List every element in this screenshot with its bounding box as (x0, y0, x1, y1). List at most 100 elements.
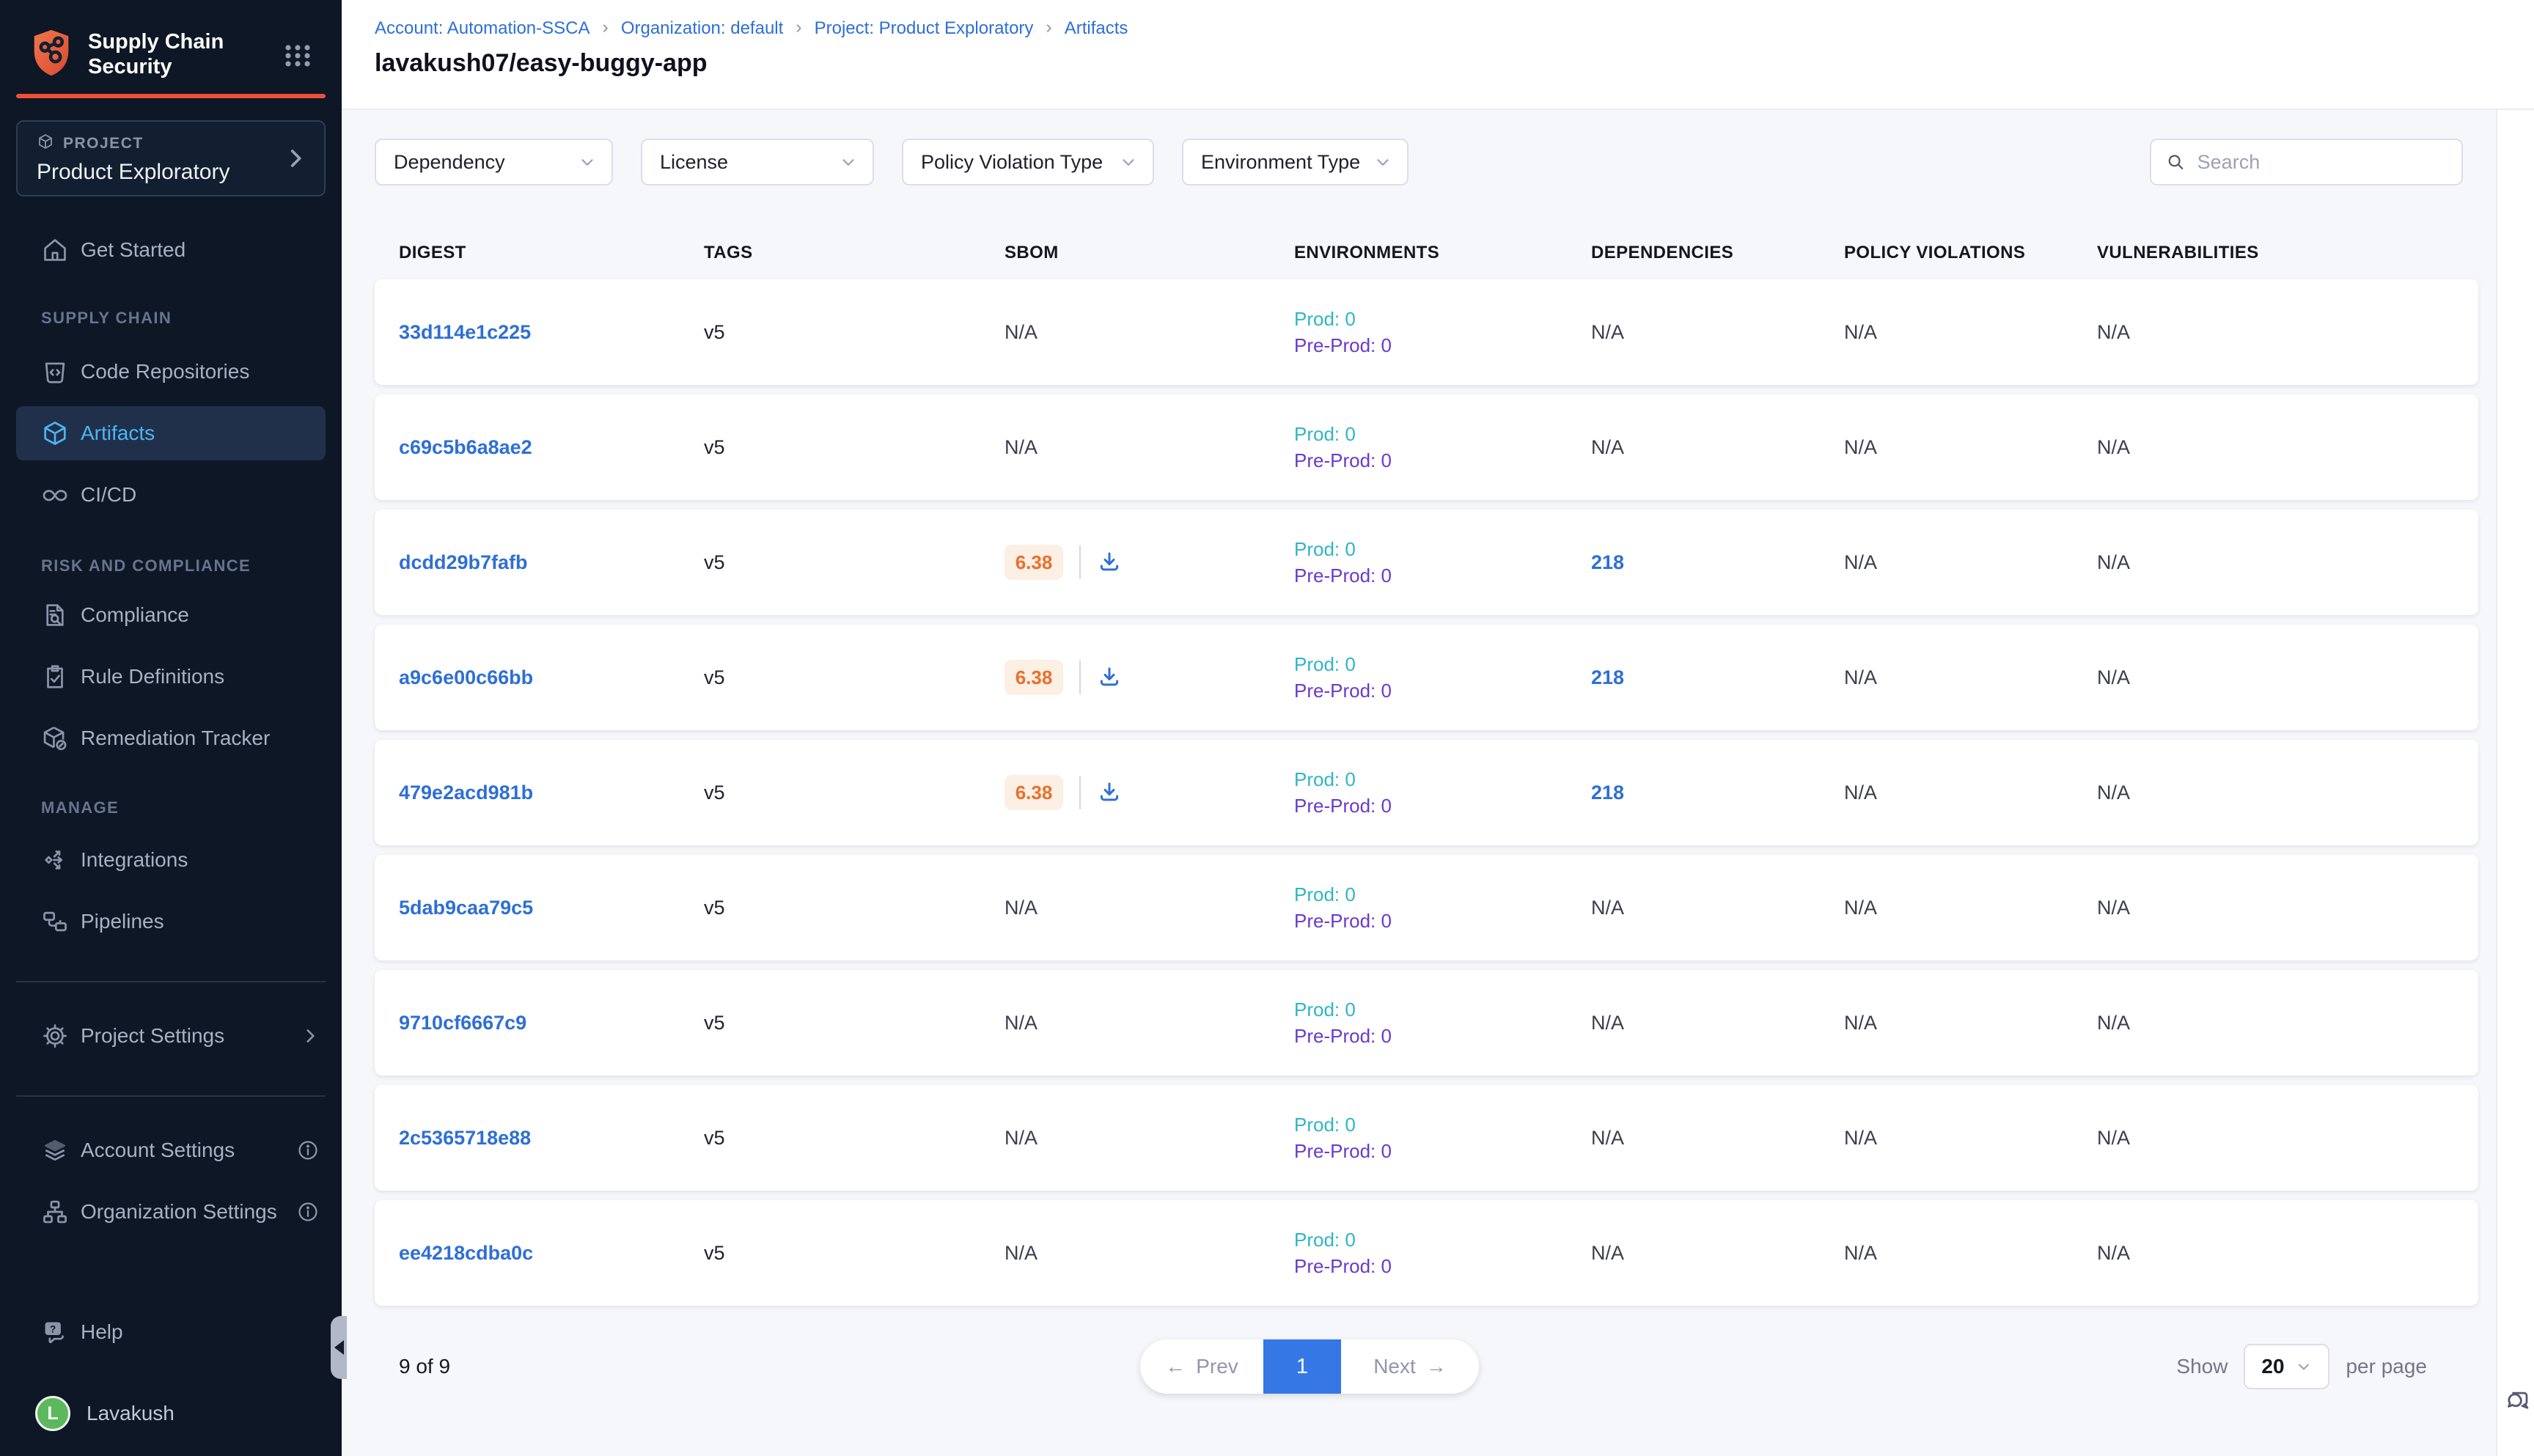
sidebar-item-artifacts[interactable]: Artifacts (16, 406, 326, 460)
next-page-button[interactable]: Next→ (1341, 1339, 1479, 1394)
project-cube-icon (37, 133, 54, 155)
table-header-row: DIGEST TAGS SBOM ENVIRONMENTS DEPENDENCI… (375, 237, 2478, 269)
arrow-left-icon: ← (1165, 1355, 1186, 1378)
env-prod-count: Prod: 0 (1294, 423, 1591, 446)
dependencies-count[interactable]: 218 (1591, 782, 1624, 804)
digest-link[interactable]: 2c5365718e88 (399, 1127, 531, 1149)
home-icon (41, 236, 69, 264)
digest-link[interactable]: c69c5b6a8ae2 (399, 436, 532, 458)
sidebar-item-pipelines[interactable]: Pipelines (0, 894, 342, 949)
table-row: ee4218cdba0c v5 N/A Prod: 0 Pre-Prod: 0 … (375, 1200, 2478, 1306)
sidebar-item-code-repositories[interactable]: Code Repositories (0, 345, 342, 399)
breadcrumb-artifacts[interactable]: Artifacts (1065, 18, 1128, 39)
environments-cell: Prod: 0 Pre-Prod: 0 (1294, 1229, 1591, 1278)
digest-link[interactable]: a9c6e00c66bb (399, 666, 533, 688)
right-edge-panel (2496, 110, 2534, 1456)
environments-cell: Prod: 0 Pre-Prod: 0 (1294, 1114, 1591, 1163)
environments-cell: Prod: 0 Pre-Prod: 0 (1294, 538, 1591, 587)
artifacts-cube-icon (41, 419, 69, 447)
apps-grid-icon[interactable] (283, 40, 312, 73)
env-preprod-count: Pre-Prod: 0 (1294, 1025, 1591, 1048)
vulnerabilities-value: N/A (2097, 321, 2130, 343)
license-filter-dropdown[interactable]: License (641, 139, 874, 185)
env-preprod-count: Pre-Prod: 0 (1294, 1140, 1591, 1163)
sidebar-item-cicd[interactable]: CI/CD (0, 468, 342, 522)
project-selector[interactable]: PROJECT Product Exploratory (16, 120, 326, 196)
breadcrumb-project[interactable]: Project: Product Exploratory (815, 18, 1034, 39)
digest-link[interactable]: 479e2acd981b (399, 782, 533, 804)
dependency-filter-dropdown[interactable]: Dependency (375, 139, 613, 185)
dependencies-count: N/A (1591, 436, 1624, 458)
digest-link[interactable]: ee4218cdba0c (399, 1242, 533, 1264)
policy-violations-value: N/A (1844, 666, 1877, 688)
sidebar-item-compliance[interactable]: Compliance (0, 588, 342, 642)
project-name: Product Exploratory (37, 160, 309, 185)
breadcrumb-account[interactable]: Account: Automation-SSCA (375, 18, 590, 39)
sbom-divider (1079, 776, 1081, 809)
info-icon[interactable] (296, 1139, 320, 1162)
sidebar-item-remediation-tracker[interactable]: Remediation Tracker (0, 711, 342, 765)
sidebar-divider (16, 981, 326, 982)
column-header-dependencies: DEPENDENCIES (1591, 243, 1844, 263)
policy-violations-value: N/A (1844, 436, 1877, 458)
row-count-summary: 9 of 9 (399, 1355, 450, 1378)
chevron-down-icon (839, 152, 858, 172)
environment-type-filter-dropdown[interactable]: Environment Type (1182, 139, 1409, 185)
table-row: 9710cf6667c9 v5 N/A Prod: 0 Pre-Prod: 0 … (375, 970, 2478, 1076)
sidebar-item-integrations[interactable]: Integrations (0, 833, 342, 887)
download-sbom-button[interactable] (1097, 665, 1122, 690)
sbom-na: N/A (1005, 436, 1038, 458)
table-row: 479e2acd981b v5 6.38 Prod: 0 Pre-Prod: 0… (375, 740, 2478, 845)
download-sbom-button[interactable] (1097, 550, 1122, 575)
breadcrumb-organization[interactable]: Organization: default (621, 18, 783, 39)
sidebar-item-get-started[interactable]: Get Started (0, 223, 342, 277)
column-header-digest: DIGEST (399, 243, 704, 263)
app-title: Supply Chain Security (88, 29, 258, 79)
digest-link[interactable]: 9710cf6667c9 (399, 1012, 526, 1034)
vulnerabilities-value: N/A (2097, 897, 2130, 919)
tag-value: v5 (704, 1127, 725, 1149)
table-row: dcdd29b7fafb v5 6.38 Prod: 0 Pre-Prod: 0… (375, 510, 2478, 615)
dependencies-count: N/A (1591, 321, 1624, 343)
env-preprod-count: Pre-Prod: 0 (1294, 680, 1591, 702)
sidebar-item-project-settings[interactable]: Project Settings (0, 1009, 342, 1063)
user-menu[interactable]: L Lavakush (0, 1386, 342, 1441)
policy-violations-value: N/A (1844, 897, 1877, 919)
env-preprod-count: Pre-Prod: 0 (1294, 1255, 1591, 1278)
remediation-box-icon (41, 724, 69, 752)
digest-link[interactable]: 5dab9caa79c5 (399, 897, 533, 919)
chat-support-icon[interactable] (2501, 1383, 2532, 1418)
module-accent-divider (16, 94, 326, 98)
artifacts-content: Dependency License Policy Violation Type… (342, 110, 2496, 1456)
dependencies-count[interactable]: 218 (1591, 666, 1624, 688)
page-title: lavakush07/easy-buggy-app (375, 49, 2534, 78)
digest-link[interactable]: 33d114e1c225 (399, 321, 531, 343)
page-size-dropdown[interactable]: 20 (2244, 1344, 2329, 1389)
search-box (2150, 139, 2463, 185)
current-page-button[interactable]: 1 (1263, 1339, 1341, 1394)
breadcrumb-separator: › (602, 17, 608, 38)
policy-violation-type-filter-dropdown[interactable]: Policy Violation Type (902, 139, 1154, 185)
code-repository-icon (41, 358, 69, 386)
prev-page-button[interactable]: ←Prev (1140, 1339, 1263, 1394)
sidebar-item-account-settings[interactable]: Account Settings (0, 1123, 342, 1177)
sidebar-item-rule-definitions[interactable]: Rule Definitions (0, 650, 342, 704)
sidebar-collapse-handle[interactable] (331, 1316, 347, 1379)
info-icon[interactable] (296, 1200, 320, 1224)
tag-value: v5 (704, 436, 725, 458)
dependencies-count[interactable]: 218 (1591, 551, 1624, 573)
vulnerabilities-value: N/A (2097, 1012, 2130, 1034)
env-prod-count: Prod: 0 (1294, 768, 1591, 791)
download-sbom-button[interactable] (1097, 780, 1122, 805)
breadcrumb: Account: Automation-SSCA › Organization:… (375, 18, 2534, 39)
column-header-tags: TAGS (704, 243, 1005, 263)
digest-link[interactable]: dcdd29b7fafb (399, 551, 528, 573)
sidebar-item-help[interactable]: ? Help (0, 1305, 342, 1359)
tag-value: v5 (704, 1242, 725, 1264)
clipboard-check-icon (41, 663, 69, 691)
sbom-na: N/A (1005, 321, 1038, 343)
sidebar-item-organization-settings[interactable]: Organization Settings (0, 1185, 342, 1239)
search-input[interactable] (2197, 151, 2447, 174)
sbom-na: N/A (1005, 897, 1038, 919)
sbom-score-badge: 6.38 (1005, 775, 1063, 810)
